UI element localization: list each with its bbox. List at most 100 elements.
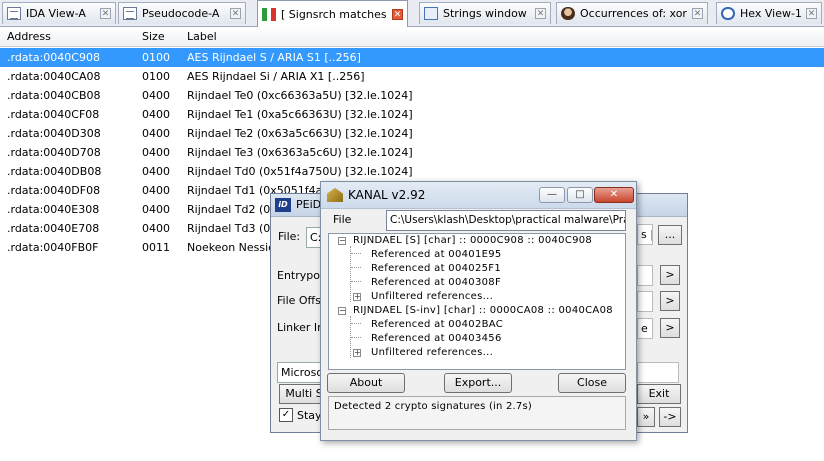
peid-file-offset-arrow-button[interactable]: > [660, 291, 680, 311]
peid-next-arrow-button[interactable]: -> [659, 407, 681, 427]
peid-partial-field: s | [637, 224, 653, 245]
cell-address: .rdata:0040D708 [7, 146, 101, 159]
tree-node-reference[interactable]: Referenced at 00401E95 [371, 248, 502, 262]
cell-size: 0400 [142, 146, 170, 159]
tree-node-label: RIJNDAEL [S] [char] :: 0000C908 :: 0040C… [353, 235, 593, 246]
tree-node-rijndael-s-inv[interactable]: − RIJNDAEL [S-inv] [char] :: 0000CA08 ::… [332, 304, 625, 318]
tab-ida-view-a[interactable]: IDA View-A ✕ [2, 2, 116, 24]
status-bar: Detected 2 crypto signatures (in 2.7s) [328, 396, 626, 430]
table-row[interactable]: .rdata:0040D708 0400 Rijndael Te3 (0x6363a… [0, 143, 824, 162]
peid-file-label: File: [278, 230, 301, 243]
italian-flag-icon [262, 7, 277, 21]
cell-label: Noekeon Nessie [187, 241, 275, 254]
close-icon[interactable]: ✕ [806, 8, 817, 19]
column-header-size[interactable]: Size [142, 30, 165, 43]
tab-strings-window[interactable]: Strings window ✕ [419, 2, 551, 24]
peid-browse-button[interactable]: ... [658, 225, 682, 245]
cell-size: 0100 [142, 51, 170, 64]
kanal-window: KANAL v2.92 — □ ✕ File C:\Users\klash\De… [320, 181, 637, 441]
collapse-icon[interactable]: − [338, 237, 346, 245]
table-row[interactable]: .rdata:0040C908 0100 AES Rijndael S / ARIA… [0, 48, 824, 67]
expand-icon[interactable]: + [353, 349, 361, 357]
column-header-label[interactable]: Label [187, 30, 217, 43]
cell-label: AES Rijndael Si / ARIA X1 [..256] [187, 70, 365, 83]
tab-hex-view-1[interactable]: Hex View-1 ✕ [716, 2, 822, 24]
tree-node-unfiltered-references[interactable]: + Unfiltered references... [353, 290, 593, 304]
kanal-titlebar[interactable]: KANAL v2.92 — □ ✕ [321, 182, 636, 209]
tree-node-unfiltered-references[interactable]: + Unfiltered references... [353, 346, 593, 360]
table-row[interactable]: .rdata:0040CA08 0100 AES Rijndael Si / ARI… [0, 67, 824, 86]
tab-pseudocode-a[interactable]: Pseudocode-A ✕ [118, 2, 246, 24]
close-icon[interactable]: ✕ [230, 8, 241, 19]
tree-connector [351, 281, 361, 282]
table-row[interactable]: .rdata:0040CF08 0400 Rijndael Te1 (0xa5c66… [0, 105, 824, 124]
close-icon[interactable]: ✕ [535, 8, 546, 19]
tree-node-label: Unfiltered references... [371, 291, 494, 302]
collapse-icon[interactable]: − [338, 307, 346, 315]
cell-size: 0011 [142, 241, 170, 254]
cell-address: .rdata:0040CB08 [7, 89, 101, 102]
peid-linker-arrow-button[interactable]: > [660, 318, 680, 338]
tab-label: [ Signsrch matches ] [281, 7, 388, 21]
peid-detected-field-right [637, 362, 679, 383]
close-icon[interactable]: ✕ [692, 8, 703, 19]
table-row[interactable]: .rdata:0040CB08 0400 Rijndael Te0 (0xc6636… [0, 86, 824, 105]
peid-entrypoint-arrow-button[interactable]: > [660, 265, 680, 285]
tree-node-reference[interactable]: Referenced at 004025F1 [371, 262, 501, 276]
kanal-title: KANAL v2.92 [348, 188, 426, 202]
expand-icon[interactable]: + [353, 293, 361, 301]
peid-entrypoint-field [637, 265, 653, 286]
cell-size: 0400 [142, 127, 170, 140]
ida-view-icon [123, 7, 137, 20]
tree-connector [350, 246, 351, 302]
tree-node-label: Unfiltered references... [371, 347, 494, 358]
cell-address: .rdata:0040CA08 [7, 70, 101, 83]
cell-address: .rdata:0040E708 [7, 222, 100, 235]
peid-file-offset-field [637, 291, 653, 312]
cell-address: .rdata:0040D308 [7, 127, 101, 140]
cell-address: .rdata:0040E308 [7, 203, 100, 216]
status-text: Detected 2 crypto signatures (in 2.7s) [334, 401, 532, 412]
hex-view-icon [721, 7, 735, 20]
tree-node-reference[interactable]: Referenced at 00403456 [371, 332, 502, 346]
table-row[interactable]: .rdata:0040D308 0400 Rijndael Te2 (0x63a5c… [0, 124, 824, 143]
kanal-app-icon [327, 188, 343, 202]
cell-label: AES Rijndael S / ARIA S1 [..256] [187, 51, 361, 64]
minimize-button[interactable]: — [539, 187, 565, 203]
tree-connector [351, 323, 361, 324]
tab-label: IDA View-A [26, 7, 86, 20]
occurrences-avatar-icon [561, 7, 575, 20]
peid-double-arrow-button[interactable]: » [637, 407, 655, 427]
peid-stay-on-top-checkbox[interactable]: ✓ [279, 408, 293, 422]
cell-size: 0100 [142, 70, 170, 83]
tab-bar: IDA View-A ✕ Pseudocode-A ✕ [ Signsrch m… [0, 0, 824, 27]
table-row[interactable]: .rdata:0040DB08 0400 Rijndael Td0 (0x51f4a… [0, 162, 824, 181]
tree-connector [351, 337, 361, 338]
tree-node-reference[interactable]: Referenced at 00402BAC [371, 318, 503, 332]
peid-exit-button[interactable]: Exit [637, 384, 681, 404]
cell-label: Rijndael Te2 (0x63a5c663U) [32.le.1024] [187, 127, 413, 140]
tab-occurrences-xor[interactable]: Occurrences of: xor ✕ [556, 2, 708, 24]
tree-node-reference[interactable]: Referenced at 0040308F [371, 276, 501, 290]
close-button[interactable]: Close [558, 373, 626, 393]
cell-address: .rdata:0040C908 [7, 51, 100, 64]
cell-size: 0400 [142, 203, 170, 216]
tree-connector [351, 267, 361, 268]
cell-size: 0400 [142, 89, 170, 102]
close-icon[interactable]: ✕ [392, 8, 403, 20]
tab-signsrch-matches[interactable]: [ Signsrch matches ] ✕ [257, 0, 408, 27]
close-window-button[interactable]: ✕ [594, 187, 634, 203]
peid-logo-icon: iD [275, 198, 291, 212]
tree-node-label: RIJNDAEL [S-inv] [char] :: 0000CA08 :: 0… [353, 305, 613, 316]
tab-label: Occurrences of: xor [580, 7, 687, 20]
column-header-address[interactable]: Address [7, 30, 51, 43]
maximize-button[interactable]: □ [567, 187, 593, 203]
close-icon[interactable]: ✕ [100, 8, 111, 19]
tab-label: Hex View-1 [740, 7, 802, 20]
cell-size: 0400 [142, 108, 170, 121]
about-button[interactable]: About [327, 373, 405, 393]
cell-address: .rdata:0040DB08 [7, 165, 102, 178]
kanal-file-path-field[interactable]: C:\Users\klash\Desktop\practical malware… [386, 210, 626, 231]
peid-title: PEiD [296, 198, 322, 211]
export-button[interactable]: Export... [444, 373, 512, 393]
